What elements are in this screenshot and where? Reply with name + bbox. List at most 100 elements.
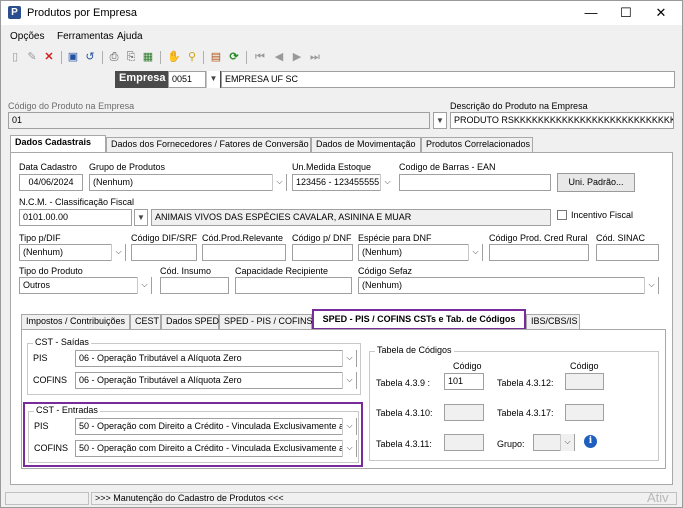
tab-impostos[interactable]: Impostos / Contribuições (21, 314, 130, 329)
cred-rural-field[interactable] (489, 244, 589, 261)
tab-dados-fornecedores[interactable]: Dados dos Fornecedores / Fatores de Conv… (106, 137, 311, 152)
print-preview-icon[interactable]: ⎘ (124, 50, 138, 64)
sinac-label: Cód. SINAC (596, 233, 646, 243)
cst-saidas-title: CST - Saídas (33, 337, 91, 347)
print-icon[interactable]: ⎙ (107, 50, 121, 64)
status-cell-empty (5, 492, 89, 505)
chevron-down-icon[interactable]: ⌵ (272, 174, 286, 191)
tab-dados-movimentacao[interactable]: Dados de Movimentação (311, 137, 421, 152)
search-icon[interactable]: ⚲ (185, 50, 199, 64)
undo-icon[interactable]: ↺ (83, 50, 97, 64)
tab-dados-cadastrais[interactable]: Dados Cadastrais (10, 135, 106, 152)
cofins-saida-select[interactable]: 06 - Operação Tributável a Alíquota Zero (75, 372, 357, 389)
chevron-down-icon[interactable]: ▼ (134, 209, 148, 226)
maximize-button[interactable]: ☐ (610, 3, 642, 23)
menu-ferramentas[interactable]: Ferramentas (57, 31, 114, 42)
ncm-field[interactable]: 0101.00.00 (19, 209, 132, 226)
new-icon[interactable]: ▯ (8, 50, 22, 64)
close-window-button[interactable]: ✕ (645, 3, 677, 23)
cst-entradas-title: CST - Entradas (34, 405, 100, 415)
codigo-barras-label: Codigo de Barras - EAN (399, 162, 496, 172)
capacidade-label: Capacidade Recipiente (235, 266, 329, 276)
codigo-dnf-field[interactable] (292, 244, 353, 261)
minimize-button[interactable]: — (575, 3, 607, 23)
pis-saida-select[interactable]: 06 - Operação Tributável a Alíquota Zero (75, 350, 357, 367)
especie-dnf-label: Espécie para DNF (358, 233, 432, 243)
toolbar-divider (160, 51, 161, 64)
cofins-entrada-select[interactable]: 50 - Operação com Direito a Crédito - Vi… (75, 440, 357, 457)
window-title: Produtos por Empresa (27, 7, 138, 19)
codigo-sefaz-select[interactable]: (Nenhum) (358, 277, 659, 294)
chevron-down-icon[interactable]: ▼ (433, 112, 447, 129)
chevron-down-icon[interactable]: ⌵ (342, 418, 356, 435)
chevron-down-icon[interactable]: ⌵ (644, 277, 658, 294)
tab-sped-csts[interactable]: SPED - PIS / COFINS CSTs e Tab. de Códig… (312, 309, 526, 330)
tabela-4312-label: Tabela 4.3.12: (497, 378, 554, 388)
next-record-icon[interactable]: ▶ (290, 50, 304, 64)
chevron-down-icon[interactable]: ⌵ (342, 440, 356, 457)
cod-insumo-field[interactable] (160, 277, 229, 294)
grupo-produtos-select[interactable]: (Nenhum) (89, 174, 287, 191)
capacidade-field[interactable] (235, 277, 352, 294)
chevron-down-icon[interactable]: ⌵ (468, 244, 482, 261)
menu-ajuda[interactable]: Ajuda (117, 31, 143, 42)
status-message: >>> Manutenção do Cadastro de Produtos <… (91, 492, 677, 505)
toolbar-divider (203, 51, 204, 64)
save-icon[interactable]: ▣ (66, 50, 80, 64)
delete-icon[interactable]: ✕ (42, 50, 56, 64)
activation-watermark: Ativ (647, 490, 669, 505)
properties-icon[interactable]: ▤ (209, 50, 223, 64)
tabela-4311-label: Tabela 4.3.11: (376, 439, 432, 449)
edit-icon[interactable]: ✎ (25, 50, 39, 64)
tabela-4317-field (565, 404, 604, 421)
prev-record-icon[interactable]: ◀ (272, 50, 286, 64)
codigo-dif-field[interactable] (131, 244, 197, 261)
menu-opcoes[interactable]: Opções (10, 31, 44, 42)
tabela-4317-label: Tabela 4.3.17: (497, 408, 554, 418)
app-logo-icon: P (8, 6, 21, 19)
cod-prod-relevante-field[interactable] (202, 244, 286, 261)
chevron-down-icon[interactable]: ⌵ (380, 174, 394, 191)
chevron-down-icon[interactable]: ▼ (206, 71, 220, 88)
tab-sped-pis-cofins[interactable]: SPED - PIS / COFINS (219, 314, 313, 329)
tab-cest[interactable]: CEST (130, 314, 161, 329)
export-icon[interactable]: ▦ (141, 50, 155, 64)
chevron-down-icon[interactable]: ⌵ (342, 350, 356, 367)
codigo-header-right: Código (570, 361, 599, 371)
chevron-down-icon[interactable]: ⌵ (342, 372, 356, 389)
incentivo-fiscal-checkbox[interactable] (557, 210, 567, 220)
tipo-dif-select[interactable]: (Nenhum) (19, 244, 126, 261)
uni-padrao-button[interactable]: Uni. Padrão... (557, 173, 635, 192)
descricao-produto-field[interactable]: PRODUTO RSKKKKKKKKKKKKKKKKKKKKKKKKKKKKKK… (450, 112, 674, 129)
unmed-estoque-select[interactable]: 123456 - 123455555 (292, 174, 394, 191)
hand-icon[interactable]: ✋ (167, 50, 181, 64)
empresa-code-field[interactable]: 0051 (168, 71, 206, 88)
pis-entrada-select[interactable]: 50 - Operação com Direito a Crédito - Vi… (75, 418, 357, 435)
codigo-barras-field[interactable] (399, 174, 551, 191)
tabela-4312-field (565, 373, 604, 390)
toolbar-divider (102, 51, 103, 64)
info-icon[interactable]: i (584, 435, 597, 448)
data-cadastro-field[interactable]: 04/06/2024 (19, 174, 83, 191)
sinac-field[interactable] (596, 244, 659, 261)
chevron-down-icon[interactable]: ⌵ (560, 434, 574, 451)
tipo-produto-select[interactable]: Outros (19, 277, 152, 294)
chevron-down-icon[interactable]: ⌵ (111, 244, 125, 261)
tab-produtos-correlacionados[interactable]: Produtos Correlacionados (421, 137, 533, 152)
refresh-icon[interactable]: ⟳ (227, 50, 241, 64)
codigo-produto-label: Código do Produto na Empresa (8, 101, 135, 111)
tab-ibs-cbs-is[interactable]: IBS/CBS/IS (526, 314, 580, 329)
pis-saida-label: PIS (33, 353, 48, 363)
especie-dnf-select[interactable]: (Nenhum) (358, 244, 483, 261)
last-record-icon[interactable]: ⏭ (308, 50, 322, 64)
tabela-439-field[interactable]: 101 (444, 373, 484, 390)
cod-prod-relevante-label: Cód.Prod.Relevante (202, 233, 284, 243)
main-window: P Produtos por Empresa — ☐ ✕ Opções Ferr… (0, 0, 683, 508)
first-record-icon[interactable]: ⏮ (253, 50, 267, 64)
tab-dados-sped[interactable]: Dados SPED (161, 314, 219, 329)
codigo-produto-field[interactable]: 01 (8, 112, 430, 129)
tipo-produto-label: Tipo do Produto (19, 266, 83, 276)
toolbar-divider (61, 51, 62, 64)
cofins-entrada-label: COFINS (34, 443, 69, 453)
chevron-down-icon[interactable]: ⌵ (137, 277, 151, 294)
